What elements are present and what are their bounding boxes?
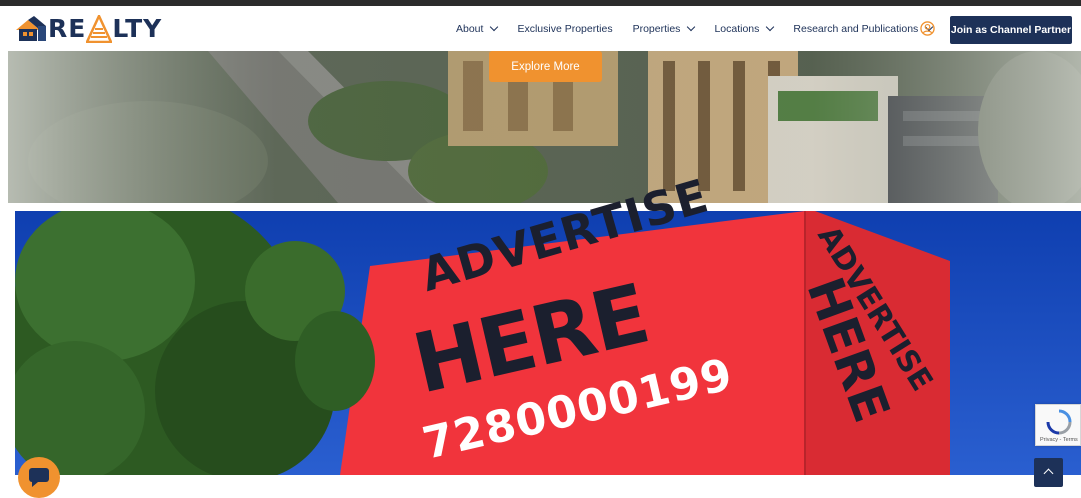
- join-channel-partner-button[interactable]: Join as Channel Partner: [950, 16, 1072, 44]
- logo-text-right: LTY: [112, 14, 163, 43]
- chevron-down-icon: [490, 22, 499, 31]
- explore-more-button[interactable]: Explore More: [489, 51, 602, 82]
- nav-item-label: About: [456, 22, 484, 35]
- nav-item-locations[interactable]: Locations: [714, 22, 775, 35]
- nav-item-label: Exclusive Properties: [517, 22, 613, 35]
- nav-item-about[interactable]: About: [456, 22, 499, 35]
- chevron-up-icon: [1043, 468, 1054, 479]
- site-logo[interactable]: RE LTY: [14, 15, 162, 43]
- nav-item-research-publications[interactable]: Research and Publications: [793, 22, 934, 35]
- site-header: RE LTY About Exclusive Properties Proper…: [0, 6, 1081, 51]
- nav-item-label: Research and Publications: [793, 22, 919, 35]
- logo-text-left: RE: [48, 14, 87, 43]
- logo-house-icon: [16, 16, 46, 41]
- recaptcha-privacy-terms[interactable]: Privacy - Terms: [1040, 437, 1078, 443]
- chevron-down-icon: [766, 22, 775, 31]
- nav-item-properties[interactable]: Properties: [632, 22, 696, 35]
- main-nav: About Exclusive Properties Properties Lo…: [456, 6, 952, 51]
- recaptcha-icon: [1046, 409, 1072, 435]
- chevron-down-icon: [687, 22, 696, 31]
- chat-bubble-icon: [29, 468, 49, 487]
- recaptcha-badge[interactable]: Privacy - Terms: [1035, 404, 1081, 446]
- nav-item-label: Properties: [632, 22, 681, 35]
- user-circle-icon[interactable]: [920, 21, 935, 36]
- logo-a-icon: [86, 15, 113, 43]
- nav-item-label: Locations: [714, 22, 760, 35]
- chat-widget-button[interactable]: [18, 457, 60, 498]
- scroll-to-top-button[interactable]: [1034, 458, 1063, 487]
- nav-item-exclusive-properties[interactable]: Exclusive Properties: [517, 23, 612, 35]
